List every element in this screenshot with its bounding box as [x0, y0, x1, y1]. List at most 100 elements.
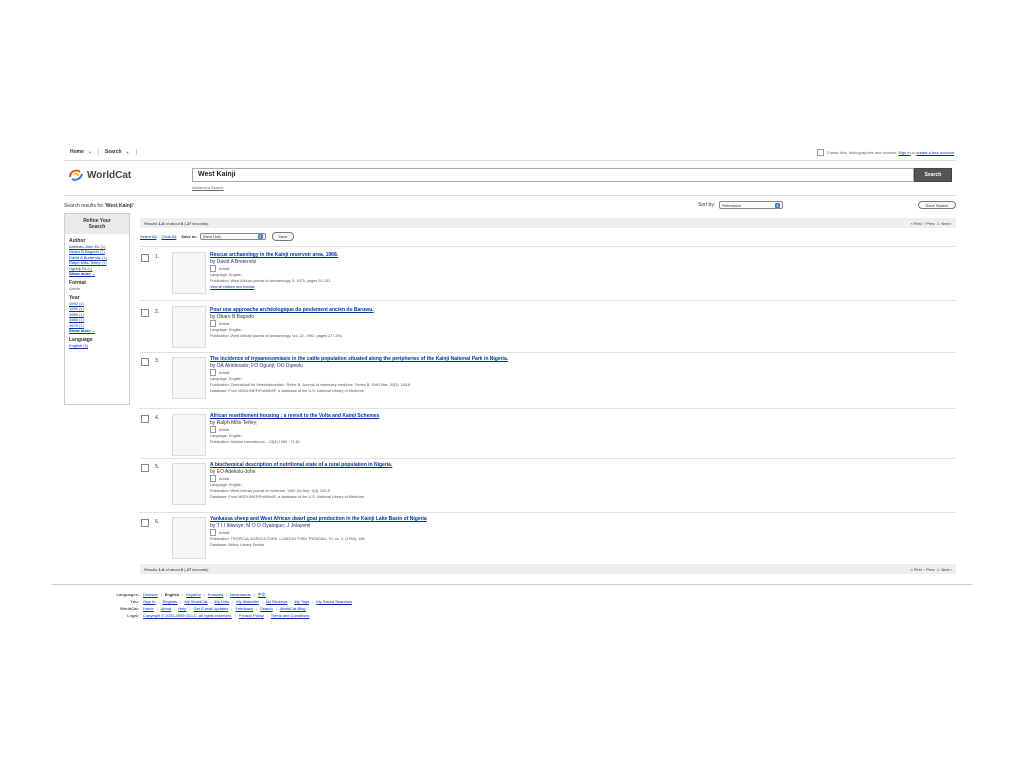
select-all-link[interactable]: Select All: [140, 234, 156, 239]
sort-select[interactable]: Relevance ⇕: [719, 201, 784, 209]
facet-count: (1): [99, 249, 105, 255]
result-format: Article: [210, 265, 910, 272]
facet-item[interactable]: English (6): [69, 343, 125, 348]
footer-link[interactable]: My Tags: [294, 599, 309, 604]
result-number: 6.: [155, 519, 160, 525]
footer-link[interactable]: My Lists: [215, 599, 230, 604]
result-number: 4.: [155, 415, 160, 421]
breadcrumb-home[interactable]: Home ▼: [66, 149, 99, 155]
result-format: Article: [210, 426, 910, 433]
facet-count: (6): [83, 343, 89, 349]
footer-link[interactable]: Privacy Policy: [239, 613, 264, 618]
footer-link[interactable]: Get E-mail Updates: [194, 606, 229, 611]
result-checkbox[interactable]: [141, 464, 149, 472]
prev-page-link[interactable]: ‹ Prev: [924, 221, 935, 226]
result-title-link[interactable]: Yankassa sheep and West African dwarf go…: [210, 516, 910, 523]
footer-link[interactable]: Feedback: [235, 606, 253, 611]
account-links: Create lists, bibliographies and reviews…: [816, 149, 954, 156]
result-title-link[interactable]: African resettlement housing : a revisit…: [210, 413, 910, 420]
result-format: Article: [210, 320, 910, 327]
result-title-link[interactable]: Rescue archaeology in the Kainji reservo…: [210, 252, 910, 259]
footer-link[interactable]: Search: [260, 606, 273, 611]
search-button[interactable]: Search: [914, 168, 952, 182]
show-more-authors-link[interactable]: Show more ...: [69, 271, 125, 276]
facet-language: Language English (6): [69, 337, 125, 348]
result-info: The incidence of trypanosomiasis in the …: [210, 356, 910, 394]
footer-label: Languages:: [116, 592, 139, 597]
divider: [64, 195, 956, 196]
result-checkbox[interactable]: [141, 519, 149, 527]
prev-page-link[interactable]: ‹ Prev: [924, 567, 935, 572]
result-title-link[interactable]: Pour une approache archéologique du peul…: [210, 307, 910, 314]
create-account-link[interactable]: create a free account: [916, 150, 954, 155]
footer-link[interactable]: About: [161, 606, 171, 611]
footer-link[interactable]: Help: [178, 606, 186, 611]
worldcat-logo[interactable]: WorldCat: [68, 168, 131, 182]
result-checkbox[interactable]: [141, 309, 149, 317]
result-format-label: Article: [219, 530, 230, 535]
list-select-value: [New List]: [202, 234, 221, 239]
footer-link[interactable]: My Watchlist: [236, 599, 259, 604]
result-title-link[interactable]: The incidence of trypanosomiasis in the …: [210, 356, 910, 363]
sort-label: Sort by:: [698, 202, 716, 208]
breadcrumb-home-label: Home: [70, 149, 84, 155]
result-checkbox[interactable]: [141, 254, 149, 262]
sign-in-link[interactable]: Sign in: [898, 150, 910, 155]
result-number: 5.: [155, 464, 160, 470]
footer-link[interactable]: Nederlands: [230, 592, 250, 597]
facet-author: Author Adekolu-John Eo (1) Obaro B Bagod…: [69, 238, 125, 276]
search-input[interactable]: West Kainji: [192, 168, 914, 182]
result-database: Database: British Library Serials: [210, 543, 265, 547]
footer-label: You:: [130, 599, 139, 604]
footer-separator: |: [231, 606, 233, 611]
first-page-link[interactable]: « First: [911, 567, 922, 572]
result-database: Database: From MEDLINE®/PubMed®, a datab…: [210, 495, 366, 499]
footer-link[interactable]: My Saved Searches: [316, 599, 352, 604]
result-checkbox[interactable]: [141, 358, 149, 366]
next-page-link[interactable]: Next ›: [941, 221, 952, 226]
footer-link[interactable]: Home: [143, 606, 154, 611]
footer-label: WorldCat:: [119, 606, 139, 611]
save-button[interactable]: Save: [271, 232, 294, 241]
refine-title: Refine Your Search: [65, 214, 129, 234]
result-format-label: Article: [219, 370, 230, 375]
footer-link[interactable]: Français: [208, 592, 223, 597]
show-more-years-link[interactable]: Show more ...: [69, 328, 125, 333]
advanced-search-link[interactable]: Advanced Search: [192, 185, 224, 190]
footer-links: Sign In | Register | My WorldCat | My Lists | My…: [143, 598, 352, 605]
footer-link[interactable]: Español: [186, 592, 200, 597]
save-search-button[interactable]: Save Search: [918, 201, 956, 209]
list-select[interactable]: [New List] ⇕: [199, 233, 266, 240]
footer-link[interactable]: WorldCat Blog: [280, 606, 306, 611]
breadcrumb-search[interactable]: Search ▼: [101, 149, 137, 155]
footer-link[interactable]: Sign In: [143, 599, 155, 604]
current-page: 1: [936, 566, 940, 572]
facet-item-label: Ogunji Fo: [69, 265, 87, 271]
result-checkbox[interactable]: [141, 415, 149, 423]
footer-link[interactable]: My WorldCat: [184, 599, 207, 604]
footer-link[interactable]: Copyright © 2001-2009 OCLC. All rights r…: [143, 613, 232, 618]
facet-count: (1): [101, 260, 107, 266]
footer-link[interactable]: Register: [163, 599, 178, 604]
chevron-down-icon: ▼: [87, 149, 92, 155]
footer-separator: |: [174, 606, 176, 611]
breadcrumb: Home ▼ Search ▼: [66, 149, 139, 155]
footer-link[interactable]: Deutsch: [143, 592, 158, 597]
view-editions-link[interactable]: View all editions and formats: [210, 284, 910, 290]
refine-sidebar: Refine Your Search Author Adekolu-John E…: [64, 213, 130, 405]
clear-all-link[interactable]: Clear All: [161, 234, 176, 239]
footer-separator: |: [226, 592, 228, 597]
result-format: Article: [210, 529, 910, 536]
footer-links: Home | About | Help | Get E-mail Updates | Feedb…: [143, 605, 306, 612]
footer-separator: |: [234, 613, 236, 618]
first-page-link[interactable]: « First: [911, 221, 922, 226]
facet-item-label: 1983: [69, 317, 78, 323]
footer-link[interactable]: Terms and Conditions: [271, 613, 310, 618]
footer-link[interactable]: My Reviews: [266, 599, 288, 604]
create-lists-checkbox[interactable]: [816, 149, 824, 156]
next-page-link[interactable]: Next ›: [941, 567, 952, 572]
result-title-link[interactable]: A biochemical description of nutritional…: [210, 462, 910, 469]
facet-item-label: Ralph Mills-Tettey: [69, 260, 101, 266]
footer-link[interactable]: 中文: [258, 592, 266, 597]
article-icon: [210, 529, 216, 536]
